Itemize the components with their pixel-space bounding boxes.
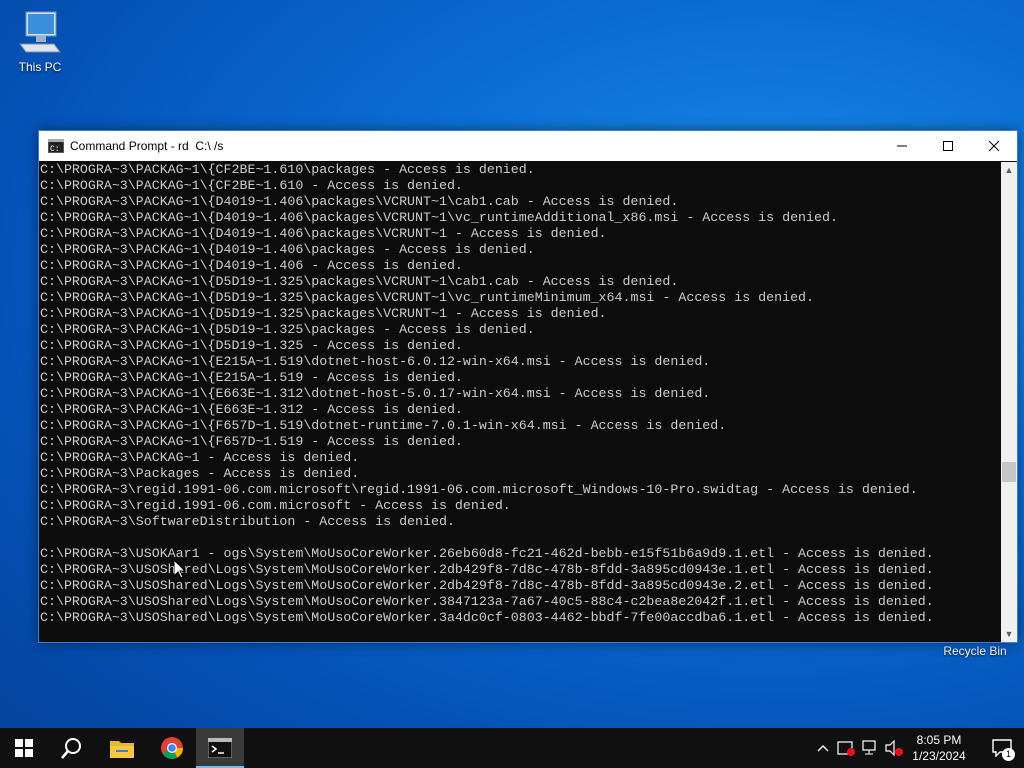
console-line: C:\PROGRA~3\PACKAG~1\{F657D~1.519\dotnet…: [40, 418, 727, 433]
start-button[interactable]: [0, 728, 48, 768]
taskbar-clock[interactable]: 8:05 PM 1/23/2024: [905, 732, 973, 764]
notification-count-badge: 1: [1002, 748, 1015, 761]
windows-logo-icon: [15, 739, 33, 757]
network-icon: [862, 740, 876, 755]
command-prompt-taskbar-button[interactable]: [196, 728, 244, 768]
show-hidden-icons-button[interactable]: [814, 728, 832, 768]
console-line: C:\PROGRA~3\regid.1991-06.com.microsoft\…: [40, 482, 918, 497]
search-icon: [61, 738, 81, 759]
console-line: C:\PROGRA~3\PACKAG~1\{D5D19~1.325\packag…: [40, 306, 607, 321]
console-line: C:\PROGRA~3\PACKAG~1\{D4019~1.406\packag…: [40, 194, 679, 209]
clock-time: 8:05 PM: [916, 733, 962, 747]
console-line: C:\PROGRA~3\Packages - Access is denied.: [40, 466, 360, 481]
chrome-icon: [161, 737, 183, 759]
console-line: C:\PROGRA~3\SoftwareDistribution - Acces…: [40, 514, 455, 529]
security-tray-button[interactable]: [836, 728, 856, 768]
minimize-button[interactable]: [879, 131, 925, 161]
this-pc-label: This PC: [18, 60, 62, 74]
console-line: C:\PROGRA~3\PACKAG~1\{D5D19~1.325\packag…: [40, 322, 535, 337]
console-line: C:\PROGRA~3\PACKAG~1\{D5D19~1.325\packag…: [40, 274, 679, 289]
console-line: C:\PROGRA~3\regid.1991-06.com.microsoft …: [40, 498, 511, 513]
maximize-icon: [943, 141, 953, 151]
command-prompt-icon: [208, 738, 232, 758]
console-line: C:\PROGRA~3\PACKAG~1\{D4019~1.406\packag…: [40, 242, 535, 257]
close-button[interactable]: [971, 131, 1017, 161]
console-line: C:\PROGRA~3\USOShared\Logs\System\MoUsoC…: [40, 610, 934, 625]
scroll-down-arrow-icon[interactable]: ▼: [1001, 626, 1017, 642]
console-line: C:\PROGRA~3\PACKAG~1\{D5D19~1.325\packag…: [40, 290, 815, 305]
console-line: C:\PROGRA~3\PACKAG~1\{D5D19~1.325 - Acce…: [40, 338, 463, 353]
volume-tray-button[interactable]: [884, 728, 904, 768]
taskbar: 8:05 PM 1/23/2024 1: [0, 728, 1024, 768]
svg-text:C:: C:: [50, 145, 60, 153]
console-line: C:\PROGRA~3\PACKAG~1 - Access is denied.: [40, 450, 360, 465]
action-center-button[interactable]: 1: [980, 728, 1024, 768]
vertical-scrollbar[interactable]: ▲ ▼: [1001, 162, 1017, 642]
console-line: C:\PROGRA~3\PACKAG~1\{E663E~1.312 - Acce…: [40, 402, 463, 417]
file-explorer-taskbar-button[interactable]: [98, 728, 146, 768]
computer-icon: [19, 11, 61, 53]
network-tray-button[interactable]: [860, 728, 882, 768]
console-line: C:\PROGRA~3\USOShared\Logs\System\MoUsoC…: [40, 578, 934, 593]
mouse-cursor-icon: [174, 560, 186, 579]
maximize-button[interactable]: [925, 131, 971, 161]
window-titlebar[interactable]: C: Command Prompt - rd C:\ /s: [39, 131, 1017, 161]
window-title: Command Prompt - rd C:\ /s: [70, 139, 224, 153]
clock-date: 1/23/2024: [912, 749, 966, 763]
console-line: C:\PROGRA~3\PACKAG~1\{D4019~1.406 - Acce…: [40, 258, 463, 273]
security-warning-icon: [837, 741, 855, 756]
scrollbar-thumb[interactable]: [1002, 462, 1016, 482]
scroll-up-arrow-icon[interactable]: ▲: [1001, 162, 1017, 178]
chevron-up-icon: [817, 745, 829, 752]
console-line: C:\PROGRA~3\USOShared\Logs\System\MoUsoC…: [40, 594, 934, 609]
console-line: C:\PROGRA~3\PACKAG~1\{CF2BE~1.610\packag…: [40, 162, 535, 177]
console-line: C:\PROGRA~3\PACKAG~1\{E215A~1.519\dotnet…: [40, 354, 711, 369]
console-line: C:\PROGRA~3\PACKAG~1\{E663E~1.312\dotnet…: [40, 386, 711, 401]
chrome-taskbar-button[interactable]: [148, 728, 196, 768]
this-pc-desktop-icon[interactable]: This PC: [0, 8, 80, 74]
recycle-bin-label: Recycle Bin: [943, 644, 1007, 658]
search-button[interactable]: [48, 728, 96, 768]
close-icon: [989, 141, 999, 151]
minimize-icon: [897, 145, 907, 147]
command-prompt-icon: C:: [48, 139, 64, 153]
console-line: C:\PROGRA~3\PACKAG~1\{D4019~1.406\packag…: [40, 210, 838, 225]
console-line: C:\PROGRA~3\PACKAG~1\{D4019~1.406\packag…: [40, 226, 607, 241]
console-line: C:\PROGRA~3\PACKAG~1\{CF2BE~1.610 - Acce…: [40, 178, 463, 193]
console-line: C:\PROGRA~3\PACKAG~1\{F657D~1.519 - Acce…: [40, 434, 463, 449]
console-line: C:\PROGRA~3\PACKAG~1\{E215A~1.519 - Acce…: [40, 370, 463, 385]
folder-icon: [110, 741, 134, 758]
volume-muted-icon: [885, 740, 903, 756]
